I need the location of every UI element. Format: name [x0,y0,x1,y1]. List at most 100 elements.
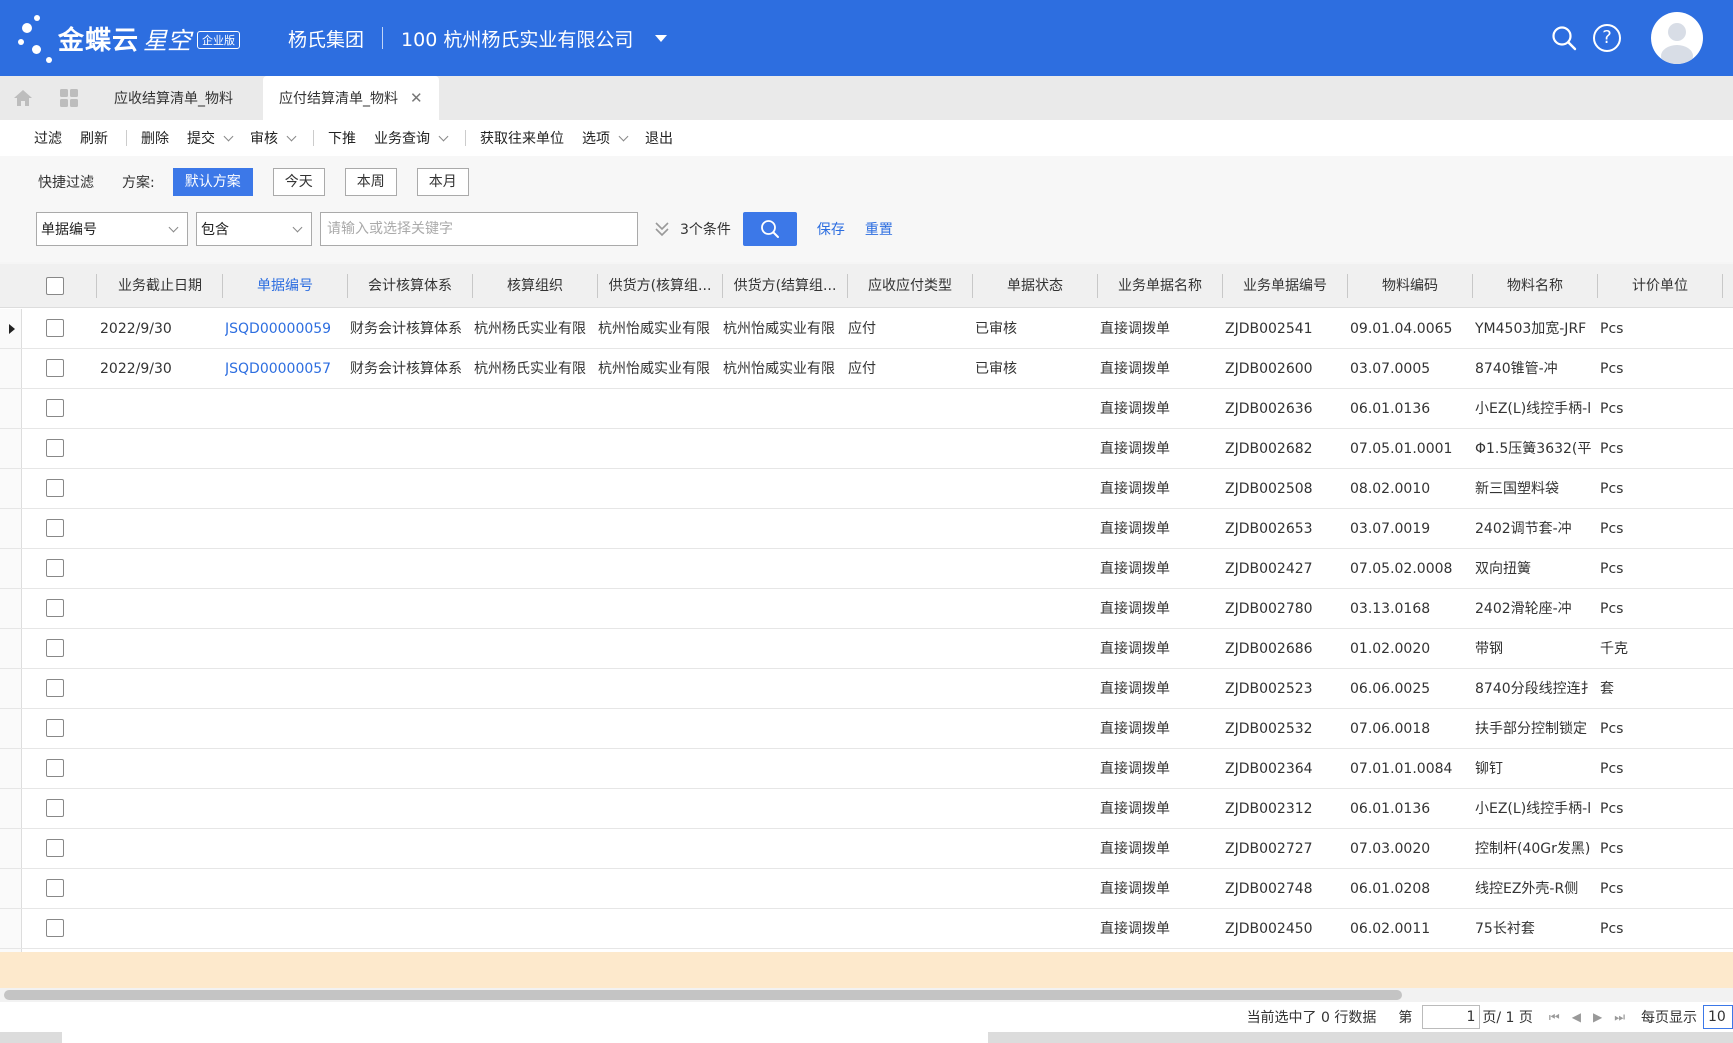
table-row[interactable]: 直接调拨单 ZJDB002682 07.05.01.0001 Φ1.5压簧3632(平… [0,429,1733,469]
chevron-down-icon[interactable] [618,131,629,141]
cell-bill-no[interactable]: JSQD00000059 [225,309,341,349]
table-row[interactable]: 直接调拨单 ZJDB002450 06.02.0011 75长衬套 Pcs [0,909,1733,949]
home-tab[interactable] [0,76,46,120]
help-icon[interactable]: ? [1593,24,1621,52]
field-select[interactable]: 单据编号 [36,212,188,246]
search-button[interactable] [742,212,797,246]
cell-bill-no[interactable] [225,869,341,909]
exit-button[interactable]: 退出 [645,128,673,148]
table-row[interactable]: 直接调拨单 ZJDB002523 06.06.0025 8740分段线控连扌套 [0,669,1733,709]
next-page-icon[interactable]: ▶ [1593,1010,1602,1024]
cell-bill-no[interactable] [225,429,341,469]
col-header-material-code[interactable]: 物料编码 [1348,264,1472,308]
tab-receivable-settlement[interactable]: 应收结算清单_物料 [92,76,263,120]
first-page-icon[interactable]: ⏮ [1549,1010,1560,1025]
scrollbar-thumb[interactable] [4,990,1402,1000]
col-header-supplier-settle[interactable]: 供货方(结算组... [723,264,847,308]
options-button[interactable]: 选项 [582,128,629,148]
prev-page-icon[interactable]: ◀ [1572,1010,1581,1024]
col-header-material-name[interactable]: 物料名称 [1473,264,1597,308]
cell-bill-no[interactable] [225,589,341,629]
get-partner-button[interactable]: 获取往来单位 [480,128,564,148]
table-row[interactable]: 直接调拨单 ZJDB002636 06.01.0136 小EZ(L)线控手柄-l Pcs [0,389,1733,429]
delete-button[interactable]: 删除 [141,128,169,148]
col-header-status[interactable]: 单据状态 [973,264,1097,308]
apps-tab[interactable] [46,76,92,120]
row-checkbox[interactable] [46,359,64,377]
table-row[interactable]: 2022/9/30 JSQD00000057 财务会计核算体系 杭州杨氏实业有限 杭州怡… [0,349,1733,389]
cell-bill-no[interactable] [225,789,341,829]
row-checkbox[interactable] [46,479,64,497]
cell-bill-no[interactable] [225,909,341,949]
cell-bill-no[interactable] [225,749,341,789]
col-header-unit[interactable]: 计价单位 [1598,264,1722,308]
table-row[interactable]: 直接调拨单 ZJDB002727 07.03.0020 控制杆(40Gr发黑) Pcs [0,829,1733,869]
plan-default-chip[interactable]: 默认方案 [172,168,253,196]
row-checkbox[interactable] [46,719,64,737]
last-page-icon[interactable]: ⏭ [1614,1010,1625,1025]
table-row[interactable]: 直接调拨单 ZJDB002312 06.01.0136 小EZ(L)线控手柄-l Pcs [0,789,1733,829]
biz-query-button[interactable]: 业务查询 [374,128,449,148]
cell-bill-no[interactable]: JSQD00000057 [225,349,341,389]
search-icon[interactable] [1551,25,1577,51]
cell-bill-no[interactable] [225,669,341,709]
keyword-input[interactable] [320,212,638,246]
company-dropdown-icon[interactable] [655,34,668,42]
row-checkbox[interactable] [46,839,64,857]
table-row[interactable]: 直接调拨单 ZJDB002508 08.02.0010 新三国塑料袋 Pcs [0,469,1733,509]
col-header-supplier-acct[interactable]: 供货方(核算组... [598,264,722,308]
table-row[interactable]: 2022/9/30 JSQD00000059 财务会计核算体系 杭州杨氏实业有限 杭州怡… [0,309,1733,349]
org-name[interactable]: 杨氏集团 [288,25,364,52]
table-row[interactable]: 直接调拨单 ZJDB002780 03.13.0168 2402滑轮座-冲 Pcs [0,589,1733,629]
table-row[interactable]: 直接调拨单 ZJDB002532 07.06.0018 扶手部分控制锁定 Pcs [0,709,1733,749]
plan-today-chip[interactable]: 今天 [272,168,325,196]
save-link[interactable]: 保存 [817,219,845,239]
reset-link[interactable]: 重置 [865,219,893,239]
row-checkbox[interactable] [46,599,64,617]
cell-bill-no[interactable] [225,709,341,749]
chevron-down-icon[interactable] [438,131,449,141]
tab-payable-settlement[interactable]: 应付结算清单_物料 ✕ [263,76,439,120]
row-checkbox[interactable] [46,799,64,817]
push-down-button[interactable]: 下推 [328,128,356,148]
horizontal-scrollbar[interactable] [0,988,1733,1002]
submit-button[interactable]: 提交 [187,128,234,148]
col-header-bill-no[interactable]: 单据编号 [223,264,347,308]
chevron-down-icon[interactable] [223,131,234,141]
col-header-acct-system[interactable]: 会计核算体系 [348,264,472,308]
row-checkbox[interactable] [46,879,64,897]
row-checkbox[interactable] [46,639,64,657]
brand-logo[interactable]: 金蝶云 星空 企业版 [18,11,248,65]
company-selector[interactable]: 100 杭州杨氏实业有限公司 [401,25,633,52]
chevron-down-icon[interactable] [286,131,297,141]
cell-bill-no[interactable] [225,509,341,549]
cell-bill-no[interactable] [225,469,341,509]
condition-count[interactable]: 3个条件 [680,219,731,239]
cell-bill-no[interactable] [225,549,341,589]
row-checkbox[interactable] [46,919,64,937]
col-header-date[interactable]: 业务截止日期 [98,264,222,308]
row-checkbox[interactable] [46,559,64,577]
row-checkbox[interactable] [46,519,64,537]
double-chevron-down-icon[interactable] [654,220,670,238]
cell-bill-no[interactable] [225,829,341,869]
plan-this-week-chip[interactable]: 本周 [344,168,397,196]
col-header-biz-no[interactable]: 业务单据编号 [1223,264,1347,308]
refresh-button[interactable]: 刷新 [80,128,108,148]
row-checkbox[interactable] [46,319,64,337]
table-row[interactable]: 直接调拨单 ZJDB002427 07.05.02.0008 双向扭簧 Pcs [0,549,1733,589]
close-icon[interactable]: ✕ [410,89,423,107]
col-header-ar-ap-type[interactable]: 应收应付类型 [848,264,972,308]
per-page-select[interactable]: 10 [1703,1005,1733,1029]
row-checkbox[interactable] [46,439,64,457]
col-header-biz-name[interactable]: 业务单据名称 [1098,264,1222,308]
table-row[interactable]: 直接调拨单 ZJDB002653 03.07.0019 2402调节套-冲 Pcs [0,509,1733,549]
table-row[interactable]: 直接调拨单 ZJDB002364 07.01.01.0084 铆钉 Pcs [0,749,1733,789]
col-header-acct-org[interactable]: 核算组织 [473,264,597,308]
cell-bill-no[interactable] [225,629,341,669]
cell-bill-no[interactable] [225,389,341,429]
row-checkbox[interactable] [46,759,64,777]
audit-button[interactable]: 审核 [250,128,297,148]
row-checkbox[interactable] [46,679,64,697]
filter-button[interactable]: 过滤 [34,128,62,148]
